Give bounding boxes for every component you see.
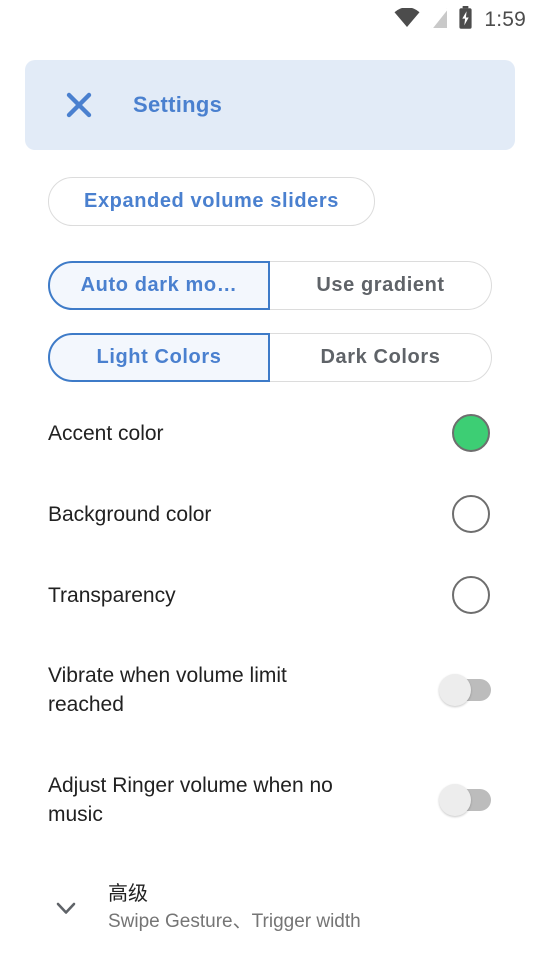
segment-dark-colors[interactable]: Dark Colors bbox=[270, 333, 492, 382]
dark-mode-group: Auto dark mo… Use gradient bbox=[48, 261, 492, 310]
row-vibrate-volume-limit[interactable]: Vibrate when volume limit reached bbox=[48, 661, 492, 719]
row-vibrate-volume-limit-label: Vibrate when volume limit reached bbox=[48, 664, 287, 716]
row-adjust-ringer-volume[interactable]: Adjust Ringer volume when no music bbox=[48, 771, 492, 829]
transparency-swatch[interactable] bbox=[452, 576, 490, 614]
page-title: Settings bbox=[133, 92, 223, 117]
status-time: 1:59 bbox=[484, 8, 526, 31]
toggle-thumb bbox=[439, 784, 471, 816]
row-background-color-label: Background color bbox=[48, 502, 212, 526]
segment-dark-colors-label: Dark Colors bbox=[320, 346, 441, 368]
accent-color-swatch[interactable] bbox=[452, 414, 490, 452]
background-color-swatch[interactable] bbox=[452, 495, 490, 533]
battery-charging-icon bbox=[458, 6, 473, 34]
row-adjust-ringer-volume-label: Adjust Ringer volume when no music bbox=[48, 774, 333, 826]
row-transparency-label: Transparency bbox=[48, 583, 176, 607]
toggle-thumb bbox=[439, 674, 471, 706]
segment-light-colors[interactable]: Light Colors bbox=[48, 333, 270, 382]
expanded-volume-sliders-label: Expanded volume sliders bbox=[84, 190, 339, 212]
close-button[interactable] bbox=[55, 81, 103, 129]
advanced-text: 高级 Swipe Gesture、Trigger width bbox=[108, 881, 361, 936]
segment-use-gradient[interactable]: Use gradient bbox=[270, 261, 492, 310]
status-bar: 1:59 bbox=[0, 0, 540, 40]
color-scheme-group: Light Colors Dark Colors bbox=[48, 333, 492, 382]
segment-light-colors-label: Light Colors bbox=[96, 346, 222, 368]
close-icon bbox=[66, 92, 92, 118]
wifi-icon bbox=[394, 6, 420, 33]
settings-screen: 1:59 Settings Expanded volume sliders Au… bbox=[0, 0, 540, 960]
expanded-volume-sliders-button[interactable]: Expanded volume sliders bbox=[48, 177, 375, 226]
adjust-ringer-volume-toggle[interactable] bbox=[439, 784, 491, 816]
segment-auto-dark-mode-label: Auto dark mo… bbox=[80, 274, 238, 296]
chevron-down-icon bbox=[56, 902, 76, 914]
settings-header: Settings bbox=[25, 60, 515, 150]
row-background-color[interactable]: Background color bbox=[48, 494, 492, 534]
segment-auto-dark-mode[interactable]: Auto dark mo… bbox=[48, 261, 270, 310]
signal-off-icon bbox=[429, 7, 449, 34]
advanced-subtitle: Swipe Gesture、Trigger width bbox=[108, 910, 361, 932]
row-accent-color[interactable]: Accent color bbox=[48, 413, 492, 453]
row-accent-color-label: Accent color bbox=[48, 421, 164, 445]
row-transparency[interactable]: Transparency bbox=[48, 575, 492, 615]
advanced-title: 高级 bbox=[108, 882, 148, 905]
expand-advanced-button[interactable] bbox=[42, 884, 90, 932]
vibrate-volume-limit-toggle[interactable] bbox=[439, 674, 491, 706]
segment-use-gradient-label: Use gradient bbox=[316, 274, 445, 296]
advanced-section[interactable]: 高级 Swipe Gesture、Trigger width bbox=[0, 868, 540, 948]
